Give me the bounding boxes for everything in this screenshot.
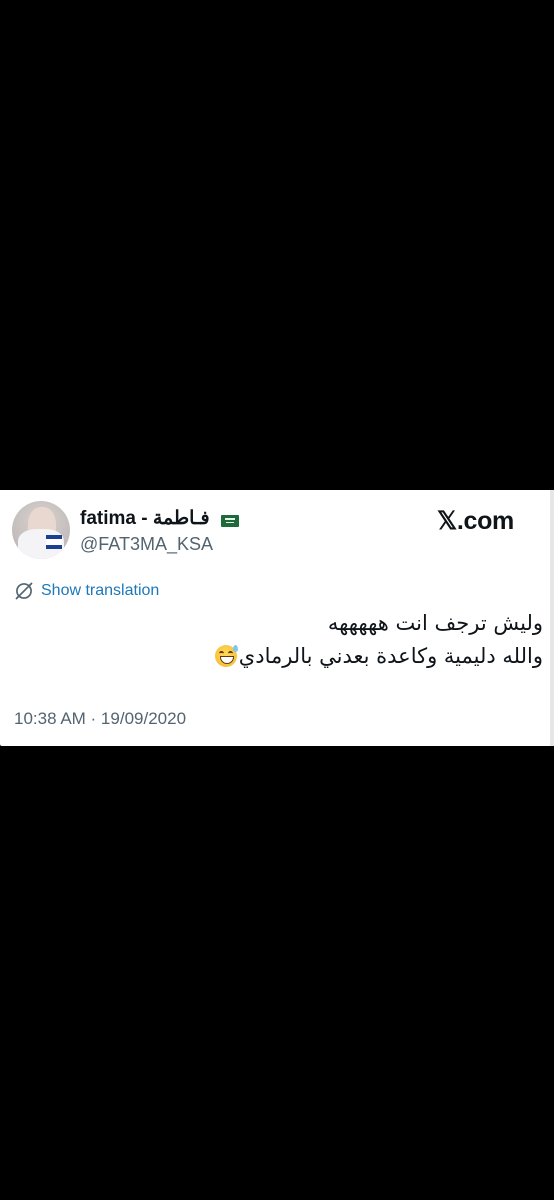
tweet-timestamp[interactable]: 10:38 AM · 19/09/2020 <box>14 709 186 729</box>
flag-script <box>225 518 235 520</box>
x-logo[interactable]: 𝕏.com <box>437 506 514 536</box>
saudi-flag-icon <box>221 515 239 527</box>
tweet-line-1: وليش ترجف انت هههههه <box>327 611 543 635</box>
show-translation-button[interactable]: Show translation <box>14 580 159 602</box>
show-translation-label: Show translation <box>41 582 160 599</box>
avatar-flag <box>46 535 62 549</box>
avatar[interactable] <box>12 501 70 559</box>
card-edge <box>550 490 554 746</box>
grinning-sweat-emoji-icon <box>214 645 238 667</box>
author-handle[interactable]: @FAT3MA_KSA <box>80 534 213 555</box>
translate-icon <box>15 582 33 600</box>
tweet-text: وليش ترجف انت هههههه والله دليمية وكاعدة… <box>23 607 543 673</box>
screenshot-canvas: fatima - فـاطمة @FAT3MA_KSA 𝕏.com Show t… <box>0 0 554 1200</box>
tweet-line-2: والله دليمية وكاعدة بعدني بالرمادي <box>23 640 543 673</box>
flag-sword <box>226 522 234 523</box>
author-display-name[interactable]: fatima - فـاطمة <box>80 507 210 530</box>
tweet-line-2-text: والله دليمية وكاعدة بعدني بالرمادي <box>238 644 543 668</box>
